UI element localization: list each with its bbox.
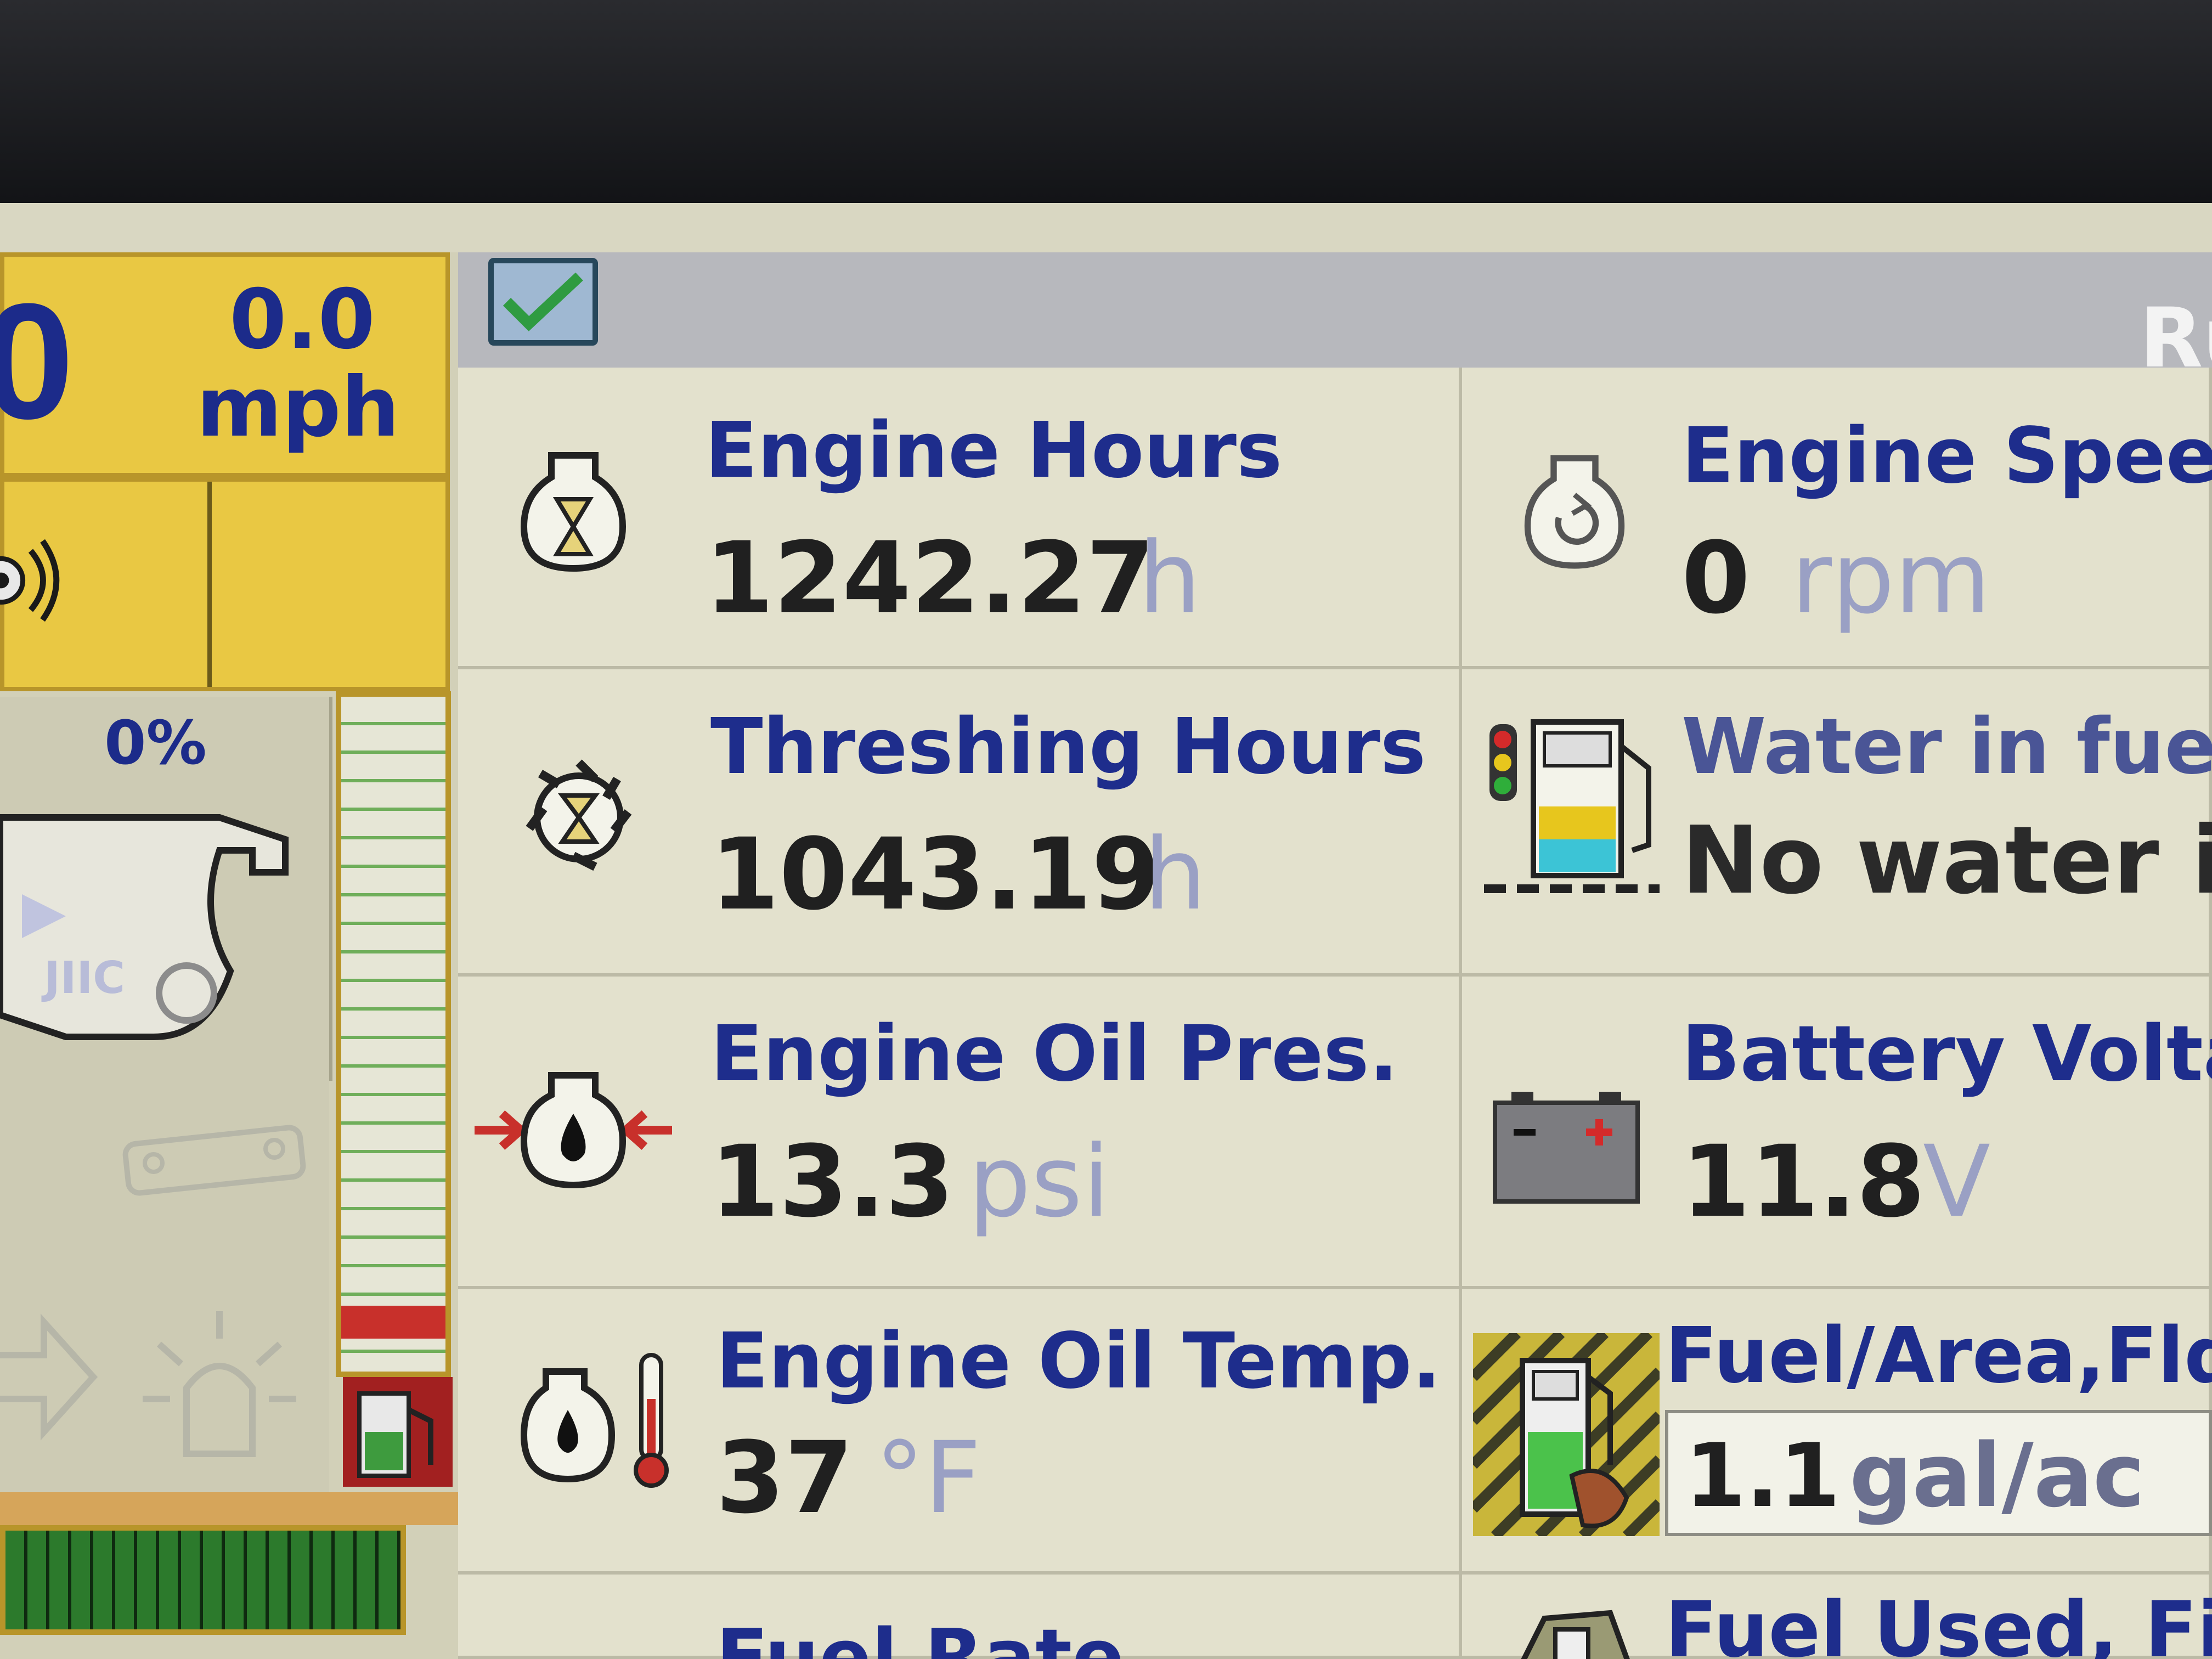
- cell-fuel-used-field[interactable]: Fuel Used, Field: [1462, 1575, 2212, 1659]
- cell-value: 11.8: [1681, 1125, 1926, 1239]
- info-grid: Engine Hours 1242.27 h Engine Speed 0 rp…: [458, 368, 2212, 1659]
- progress-bar: [0, 1525, 406, 1635]
- cell-fuel-area[interactable]: Fuel/Area,Fld,A 1.1 gal/ac: [1462, 1289, 2212, 1575]
- cell-value: 13.3: [710, 1125, 955, 1239]
- cell-unit: psi: [968, 1125, 1110, 1239]
- cell-unit: h: [1138, 521, 1201, 636]
- header-percent: 0%: [104, 708, 207, 778]
- speed-large-digit: 0: [0, 269, 74, 453]
- fuel-level-fill: [341, 1306, 445, 1339]
- checkmark-icon: [503, 272, 583, 331]
- cell-value: 1242.27: [705, 521, 1155, 636]
- cell-value: 0: [1681, 521, 1751, 636]
- cell-engine-oil-temp[interactable]: Engine Oil Temp. 37 °F: [458, 1289, 1462, 1575]
- gauge-ticks: [341, 697, 445, 1372]
- speed-value: 0.0: [229, 272, 375, 368]
- fuel-used-icon: [1521, 1610, 1630, 1659]
- tool-icon[interactable]: [121, 1114, 307, 1201]
- cell-unit: rpm: [1791, 521, 1991, 636]
- engine-speed-icon: [1524, 455, 1625, 569]
- cell-fuel-rate[interactable]: Fuel Rate: [458, 1575, 1462, 1659]
- cell-title: Fuel/Area,Fld,A: [1665, 1311, 2212, 1401]
- cell-value: No water in: [1681, 806, 2212, 915]
- speaker-icon[interactable]: [0, 531, 70, 630]
- audio-row: [0, 477, 450, 691]
- oil-pressure-icon: [475, 1072, 672, 1189]
- page-header: [458, 252, 2212, 368]
- svg-text:JIIC: JIIC: [41, 952, 125, 1003]
- cell-title: Fuel Rate: [716, 1613, 1125, 1659]
- cell-threshing-hours[interactable]: Threshing Hours 1043.19 h: [458, 669, 1462, 977]
- speed-unit: mph: [196, 360, 400, 455]
- combine-icon: JIIC: [0, 814, 289, 1040]
- fuel-level-gauge: [336, 691, 451, 1377]
- cell-title: Water in fuel: [1681, 702, 2212, 792]
- cell-water-in-fuel[interactable]: Water in fuel No water in: [1462, 669, 2212, 977]
- display-screen: 0 0.0 mph 0% JIIC R Engine Hours 1242.27…: [0, 203, 2212, 1659]
- lower-icon-boxes: [0, 1081, 329, 1509]
- cell-unit: V: [1923, 1125, 1991, 1239]
- engine-hours-icon: [520, 452, 627, 572]
- cell-title: Fuel Used, Field: [1665, 1585, 2212, 1659]
- cell-title: Engine Oil Temp.: [716, 1317, 1441, 1406]
- fuel-area-input[interactable]: 1.1 gal/ac: [1665, 1410, 2212, 1536]
- separator-strip: [0, 1492, 458, 1525]
- cell-value: 1043.19: [710, 817, 1160, 932]
- water-in-fuel-icon: [1484, 719, 1660, 893]
- header-position-box[interactable]: 0% JIIC: [0, 697, 332, 1081]
- battery-icon: [1493, 1092, 1640, 1204]
- oil-temp-icon: [520, 1353, 669, 1488]
- confirm-button[interactable]: [488, 258, 598, 346]
- cell-title: Battery Voltage: [1681, 1009, 2212, 1099]
- cell-unit: °F: [875, 1421, 981, 1536]
- cell-title: Engine Speed: [1681, 411, 2212, 501]
- display-bezel: [0, 0, 2212, 208]
- cell-engine-oil-pressure[interactable]: Engine Oil Pres. 13.3 psi: [458, 977, 1462, 1289]
- cell-engine-hours[interactable]: Engine Hours 1242.27 h: [458, 368, 1462, 669]
- fuel-area-icon: [1473, 1333, 1660, 1536]
- cell-value: 1.1: [1685, 1424, 1841, 1527]
- cell-title: Threshing Hours: [710, 702, 1426, 792]
- row-divider: [207, 482, 212, 687]
- fuel-pump-icon: [343, 1377, 453, 1487]
- cell-unit: h: [1144, 817, 1207, 932]
- left-status-panel: 0 0.0 mph 0% JIIC: [0, 252, 458, 1659]
- speed-readout: 0 0.0 mph: [0, 252, 450, 477]
- cell-value: 37: [716, 1421, 854, 1536]
- arrow-right-icon[interactable]: [0, 1311, 99, 1443]
- cell-battery-voltage[interactable]: Battery Voltage 11.8 V: [1462, 977, 2212, 1289]
- cell-title: Engine Hours: [705, 406, 1283, 495]
- cell-title: Engine Oil Pres.: [710, 1009, 1398, 1099]
- beacon-light-icon[interactable]: [137, 1300, 302, 1465]
- cell-unit: gal/ac: [1849, 1424, 2145, 1527]
- threshing-hours-icon: [526, 759, 632, 871]
- cell-engine-speed[interactable]: Engine Speed 0 rpm: [1462, 368, 2212, 669]
